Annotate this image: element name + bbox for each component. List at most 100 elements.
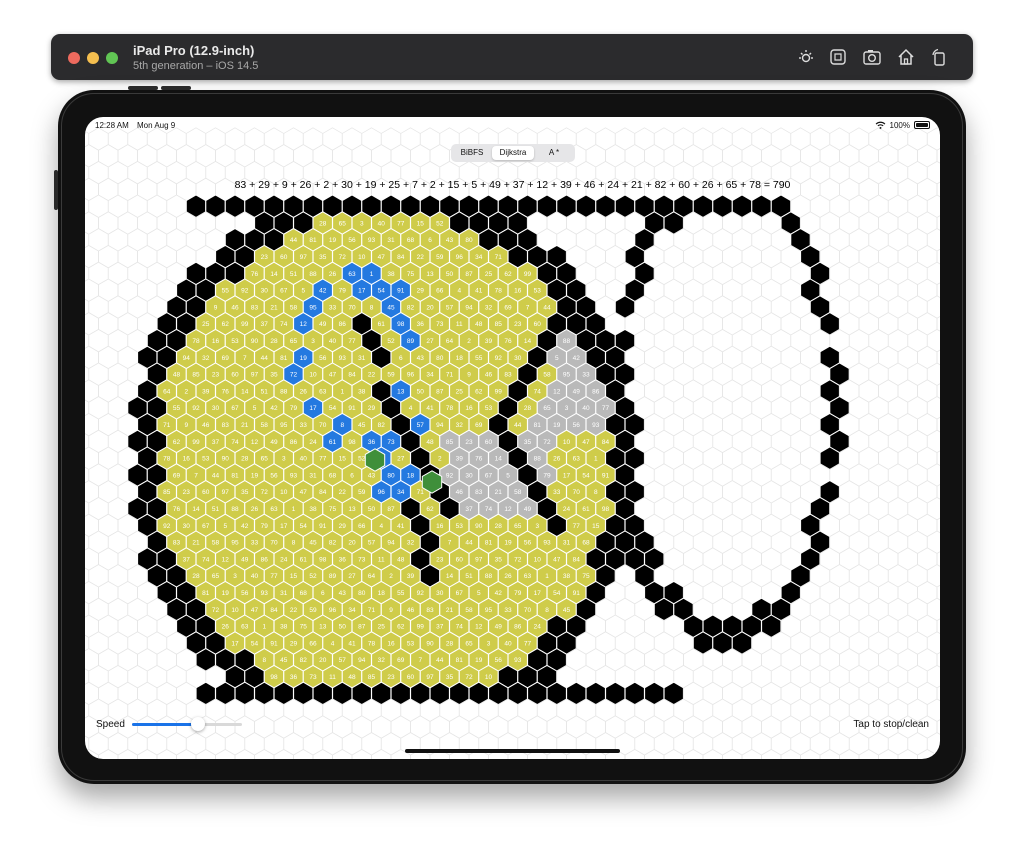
empty-hex[interactable] bbox=[887, 228, 909, 252]
empty-hex[interactable] bbox=[936, 279, 940, 301]
empty-hex[interactable] bbox=[878, 379, 899, 403]
empty-hex[interactable] bbox=[624, 648, 645, 672]
empty-hex[interactable] bbox=[663, 547, 684, 571]
empty-hex[interactable] bbox=[839, 244, 860, 269]
empty-hex[interactable] bbox=[926, 732, 940, 756]
empty-hex[interactable] bbox=[673, 463, 694, 487]
empty-hex[interactable] bbox=[293, 748, 314, 759]
empty-hex[interactable] bbox=[858, 244, 879, 269]
empty-hex[interactable] bbox=[839, 513, 860, 538]
empty-hex[interactable] bbox=[88, 496, 109, 521]
empty-hex[interactable] bbox=[107, 631, 129, 655]
empty-hex[interactable] bbox=[137, 648, 158, 672]
wall-hex[interactable] bbox=[351, 681, 372, 706]
empty-hex[interactable] bbox=[85, 681, 99, 706]
empty-hex[interactable] bbox=[751, 228, 772, 252]
empty-hex[interactable] bbox=[917, 312, 938, 336]
empty-hex[interactable] bbox=[673, 496, 694, 521]
empty-hex[interactable] bbox=[878, 144, 899, 168]
empty-hex[interactable] bbox=[137, 144, 158, 168]
empty-hex[interactable] bbox=[790, 631, 811, 655]
empty-hex[interactable] bbox=[234, 715, 255, 739]
empty-hex[interactable] bbox=[605, 648, 626, 672]
empty-hex[interactable] bbox=[88, 194, 109, 218]
empty-hex[interactable] bbox=[85, 412, 99, 437]
wall-hex[interactable] bbox=[195, 681, 216, 706]
empty-hex[interactable] bbox=[800, 412, 821, 437]
empty-hex[interactable] bbox=[839, 211, 860, 235]
empty-hex[interactable] bbox=[809, 664, 831, 689]
empty-hex[interactable] bbox=[673, 295, 694, 319]
empty-hex[interactable] bbox=[575, 228, 597, 252]
empty-hex[interactable] bbox=[848, 194, 870, 218]
empty-hex[interactable] bbox=[819, 614, 840, 638]
empty-hex[interactable] bbox=[254, 715, 275, 739]
empty-hex[interactable] bbox=[741, 513, 762, 538]
wall-hex[interactable] bbox=[663, 211, 684, 235]
empty-hex[interactable] bbox=[839, 547, 860, 571]
empty-hex[interactable] bbox=[673, 530, 694, 554]
empty-hex[interactable] bbox=[156, 144, 177, 168]
empty-hex[interactable] bbox=[790, 463, 811, 487]
empty-hex[interactable] bbox=[85, 379, 99, 403]
empty-hex[interactable] bbox=[926, 664, 940, 689]
empty-hex[interactable] bbox=[98, 614, 119, 638]
wall-hex[interactable] bbox=[761, 614, 782, 638]
empty-hex[interactable] bbox=[858, 412, 879, 437]
empty-hex[interactable] bbox=[897, 614, 918, 638]
empty-hex[interactable] bbox=[712, 732, 733, 756]
wall-hex[interactable] bbox=[536, 194, 558, 218]
empty-hex[interactable] bbox=[712, 228, 733, 252]
empty-hex[interactable] bbox=[731, 530, 753, 554]
empty-hex[interactable] bbox=[878, 648, 899, 672]
empty-hex[interactable] bbox=[98, 144, 119, 168]
empty-hex[interactable] bbox=[605, 715, 626, 739]
empty-hex[interactable] bbox=[819, 648, 840, 672]
empty-hex[interactable] bbox=[644, 345, 665, 370]
empty-hex[interactable] bbox=[887, 194, 909, 218]
empty-hex[interactable] bbox=[936, 514, 940, 536]
empty-hex[interactable] bbox=[936, 380, 940, 402]
empty-hex[interactable] bbox=[839, 278, 860, 302]
empty-hex[interactable] bbox=[205, 732, 226, 756]
empty-hex[interactable] bbox=[731, 463, 753, 487]
empty-hex[interactable] bbox=[673, 261, 694, 286]
empty-hex[interactable] bbox=[85, 278, 99, 302]
empty-hex[interactable] bbox=[936, 615, 940, 637]
empty-hex[interactable] bbox=[780, 312, 801, 336]
empty-hex[interactable] bbox=[546, 715, 567, 739]
empty-hex[interactable] bbox=[858, 379, 879, 403]
empty-hex[interactable] bbox=[751, 530, 772, 554]
empty-hex[interactable] bbox=[585, 648, 606, 672]
wall-hex[interactable] bbox=[731, 631, 753, 655]
empty-hex[interactable] bbox=[936, 548, 940, 570]
empty-hex[interactable] bbox=[936, 145, 940, 167]
empty-hex[interactable] bbox=[722, 345, 743, 370]
empty-hex[interactable] bbox=[936, 245, 940, 267]
empty-hex[interactable] bbox=[146, 631, 168, 655]
empty-hex[interactable] bbox=[712, 463, 733, 487]
empty-hex[interactable] bbox=[897, 345, 918, 370]
wall-hex[interactable] bbox=[819, 446, 840, 470]
empty-hex[interactable] bbox=[88, 362, 109, 386]
empty-hex[interactable] bbox=[683, 144, 704, 168]
empty-hex[interactable] bbox=[780, 748, 801, 759]
empty-hex[interactable] bbox=[146, 194, 168, 218]
empty-hex[interactable] bbox=[166, 732, 187, 756]
wall-hex[interactable] bbox=[205, 194, 226, 218]
empty-hex[interactable] bbox=[692, 396, 714, 420]
empty-hex[interactable] bbox=[117, 244, 138, 269]
empty-hex[interactable] bbox=[634, 362, 655, 386]
wall-hex[interactable] bbox=[234, 681, 255, 706]
empty-hex[interactable] bbox=[761, 715, 782, 739]
empty-hex[interactable] bbox=[683, 480, 704, 504]
empty-hex[interactable] bbox=[868, 496, 889, 521]
empty-hex[interactable] bbox=[819, 144, 840, 168]
empty-hex[interactable] bbox=[215, 748, 236, 759]
empty-hex[interactable] bbox=[595, 261, 616, 286]
empty-hex[interactable] bbox=[858, 480, 879, 504]
empty-hex[interactable] bbox=[156, 648, 177, 672]
empty-hex[interactable] bbox=[770, 732, 792, 756]
empty-hex[interactable] bbox=[936, 413, 940, 435]
empty-hex[interactable] bbox=[722, 480, 743, 504]
